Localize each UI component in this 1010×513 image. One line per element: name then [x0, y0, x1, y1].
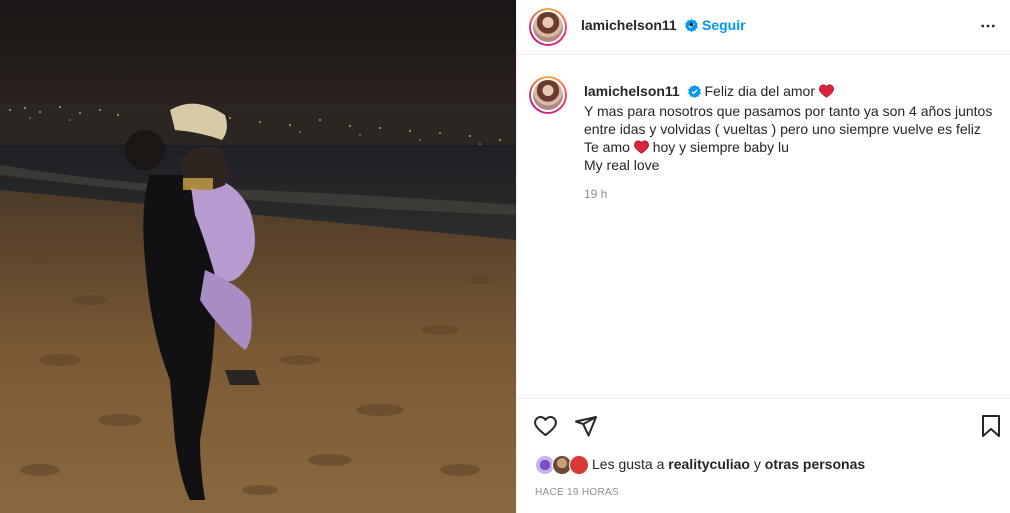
separator-dot: •: [689, 16, 694, 32]
follow-button[interactable]: Seguir: [702, 17, 746, 33]
avatar[interactable]: [529, 8, 567, 46]
paper-plane-icon[interactable]: [574, 414, 598, 443]
caption-line-1: Feliz dia del amor: [704, 83, 816, 99]
post-time-short[interactable]: 19 h: [584, 187, 607, 201]
caption-line-5: hoy y siempre baby lu: [652, 139, 789, 155]
likes-mid: y: [753, 456, 761, 472]
post-caption: lamichelson11 Feliz dia del amor Y mas p…: [584, 82, 994, 174]
likes-others[interactable]: otras personas: [765, 456, 865, 472]
heart-outline-icon[interactable]: [533, 414, 558, 443]
header-username[interactable]: lamichelson11: [581, 17, 677, 33]
bookmark-icon[interactable]: [980, 414, 1002, 443]
more-options-icon[interactable]: [979, 17, 997, 40]
red-heart-emoji: [818, 83, 834, 99]
action-bar-divider: [517, 398, 1010, 399]
caption-line-2: Y mas para nosotros que pasamos por tant…: [584, 103, 993, 119]
post-header: lamichelson11 • Seguir: [517, 0, 1010, 55]
caption-line-3: entre idas y volvidas ( vueltas ) pero u…: [584, 121, 981, 137]
likes-prefix: Les gusta a: [592, 456, 665, 472]
post-time-ago[interactable]: HACE 19 HORAS: [535, 487, 619, 498]
caption-line-4: Te amo: [584, 139, 630, 155]
red-heart-emoji: [633, 139, 649, 155]
beach-night-photo: [0, 0, 516, 513]
verified-badge-icon: [687, 84, 701, 102]
caption-username[interactable]: lamichelson11: [584, 83, 680, 99]
likes-user[interactable]: realityculiao: [668, 456, 750, 472]
post-details-panel: lamichelson11 • Seguir lamichelson11 Fel…: [516, 0, 1010, 513]
liker-avatar: [569, 455, 589, 475]
post-photo[interactable]: [0, 0, 516, 513]
caption-avatar[interactable]: [529, 76, 567, 114]
caption-line-6: My real love: [584, 157, 660, 173]
